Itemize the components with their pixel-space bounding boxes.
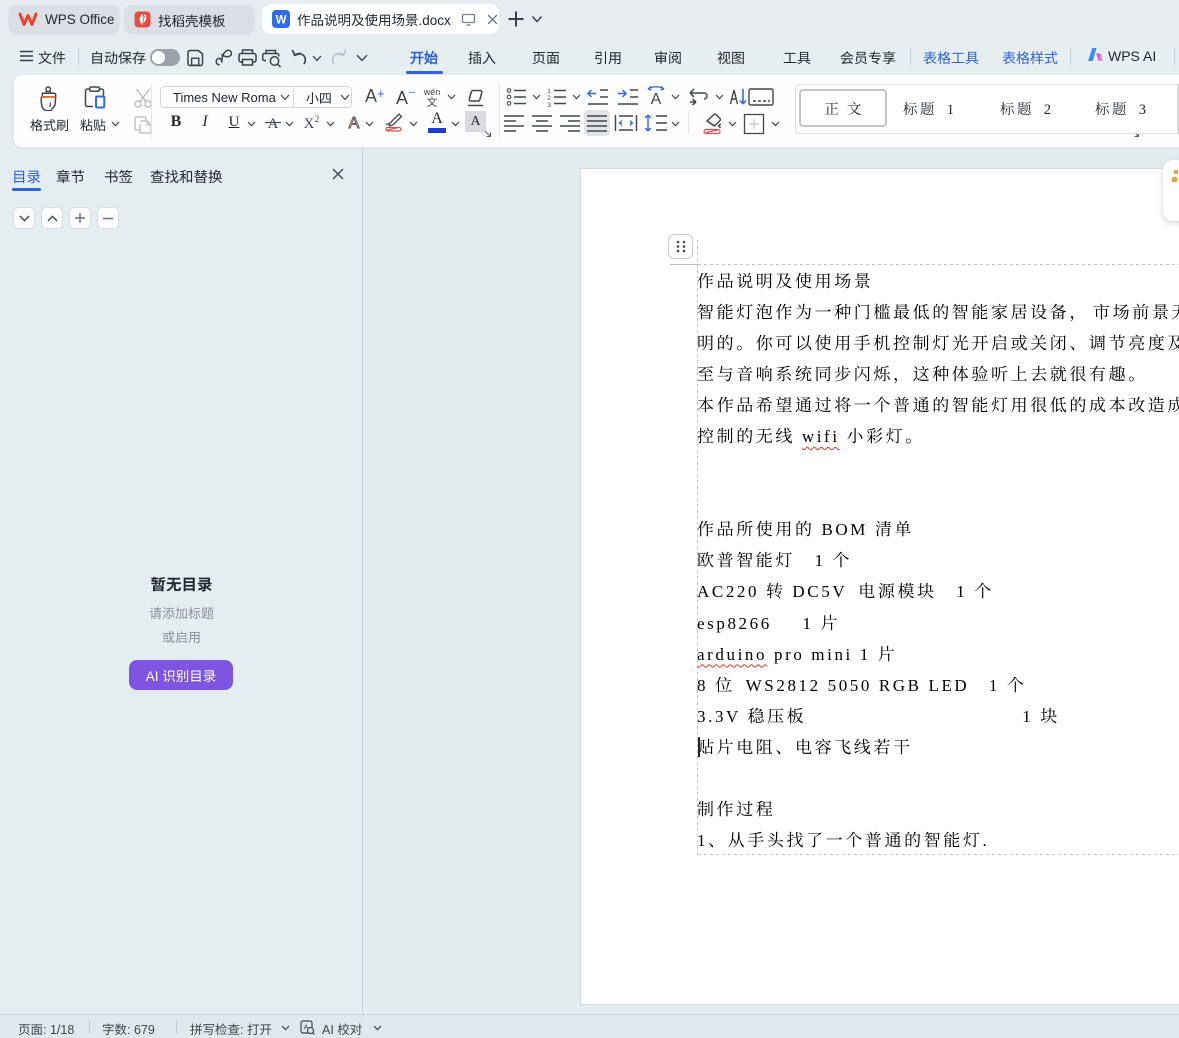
svg-text:1: 1 bbox=[547, 88, 551, 95]
svg-text:文: 文 bbox=[427, 94, 438, 108]
svg-text:X: X bbox=[304, 116, 315, 132]
svg-text:W: W bbox=[276, 15, 287, 27]
svg-text:A: A bbox=[349, 115, 360, 132]
svg-text:A: A bbox=[268, 116, 279, 132]
svg-text:2: 2 bbox=[315, 114, 320, 124]
svg-text:A: A bbox=[651, 91, 662, 108]
svg-text:2: 2 bbox=[547, 95, 551, 102]
svg-text:3: 3 bbox=[547, 102, 551, 107]
